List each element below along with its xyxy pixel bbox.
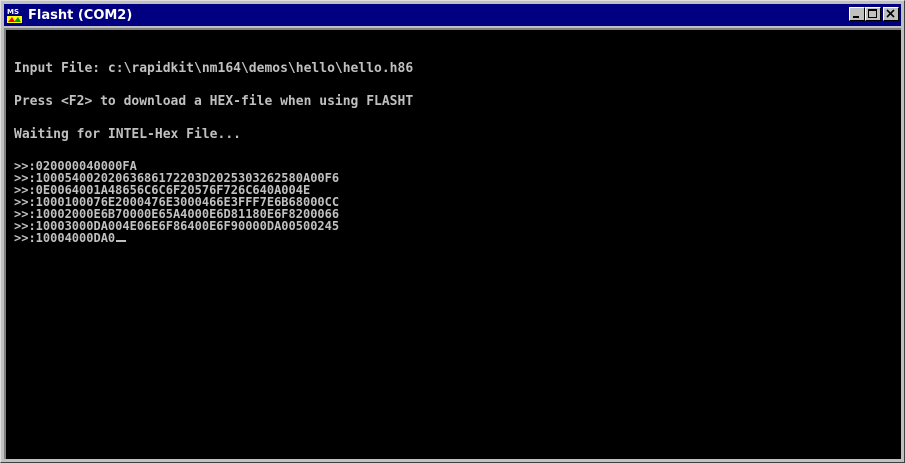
maximize-icon bbox=[868, 9, 877, 18]
minimize-icon bbox=[853, 16, 859, 18]
svg-text:MS: MS bbox=[7, 8, 19, 16]
hex-record-partial: >>:10004000DA0 bbox=[14, 231, 116, 245]
close-button[interactable] bbox=[883, 7, 899, 21]
close-icon bbox=[886, 9, 895, 18]
title-buttons bbox=[849, 7, 899, 21]
title-bar[interactable]: MS Flasht (COM2) bbox=[4, 4, 901, 26]
ms-dos-icon[interactable]: MS bbox=[6, 6, 23, 24]
console-window: MS Flasht (COM2) Input File: c:\rapidkit… bbox=[0, 0, 905, 463]
instruction-line: Press <F2> to download a HEX-file when u… bbox=[14, 94, 414, 109]
window-title: Flasht (COM2) bbox=[28, 7, 133, 23]
minimize-button[interactable] bbox=[849, 7, 865, 21]
text-cursor bbox=[116, 240, 127, 242]
maximize-button[interactable] bbox=[865, 7, 881, 21]
hex-record-current: >>:10004000DA0 bbox=[14, 232, 339, 244]
waiting-line: Waiting for INTEL-Hex File... bbox=[14, 127, 241, 142]
input-file-line: Input File: c:\rapidkit\nm164\demos\hell… bbox=[14, 61, 414, 76]
hex-record-list: >>:020000040000FA >>:1000540020206368617… bbox=[14, 160, 339, 244]
console-area[interactable]: Input File: c:\rapidkit\nm164\demos\hell… bbox=[4, 28, 901, 459]
